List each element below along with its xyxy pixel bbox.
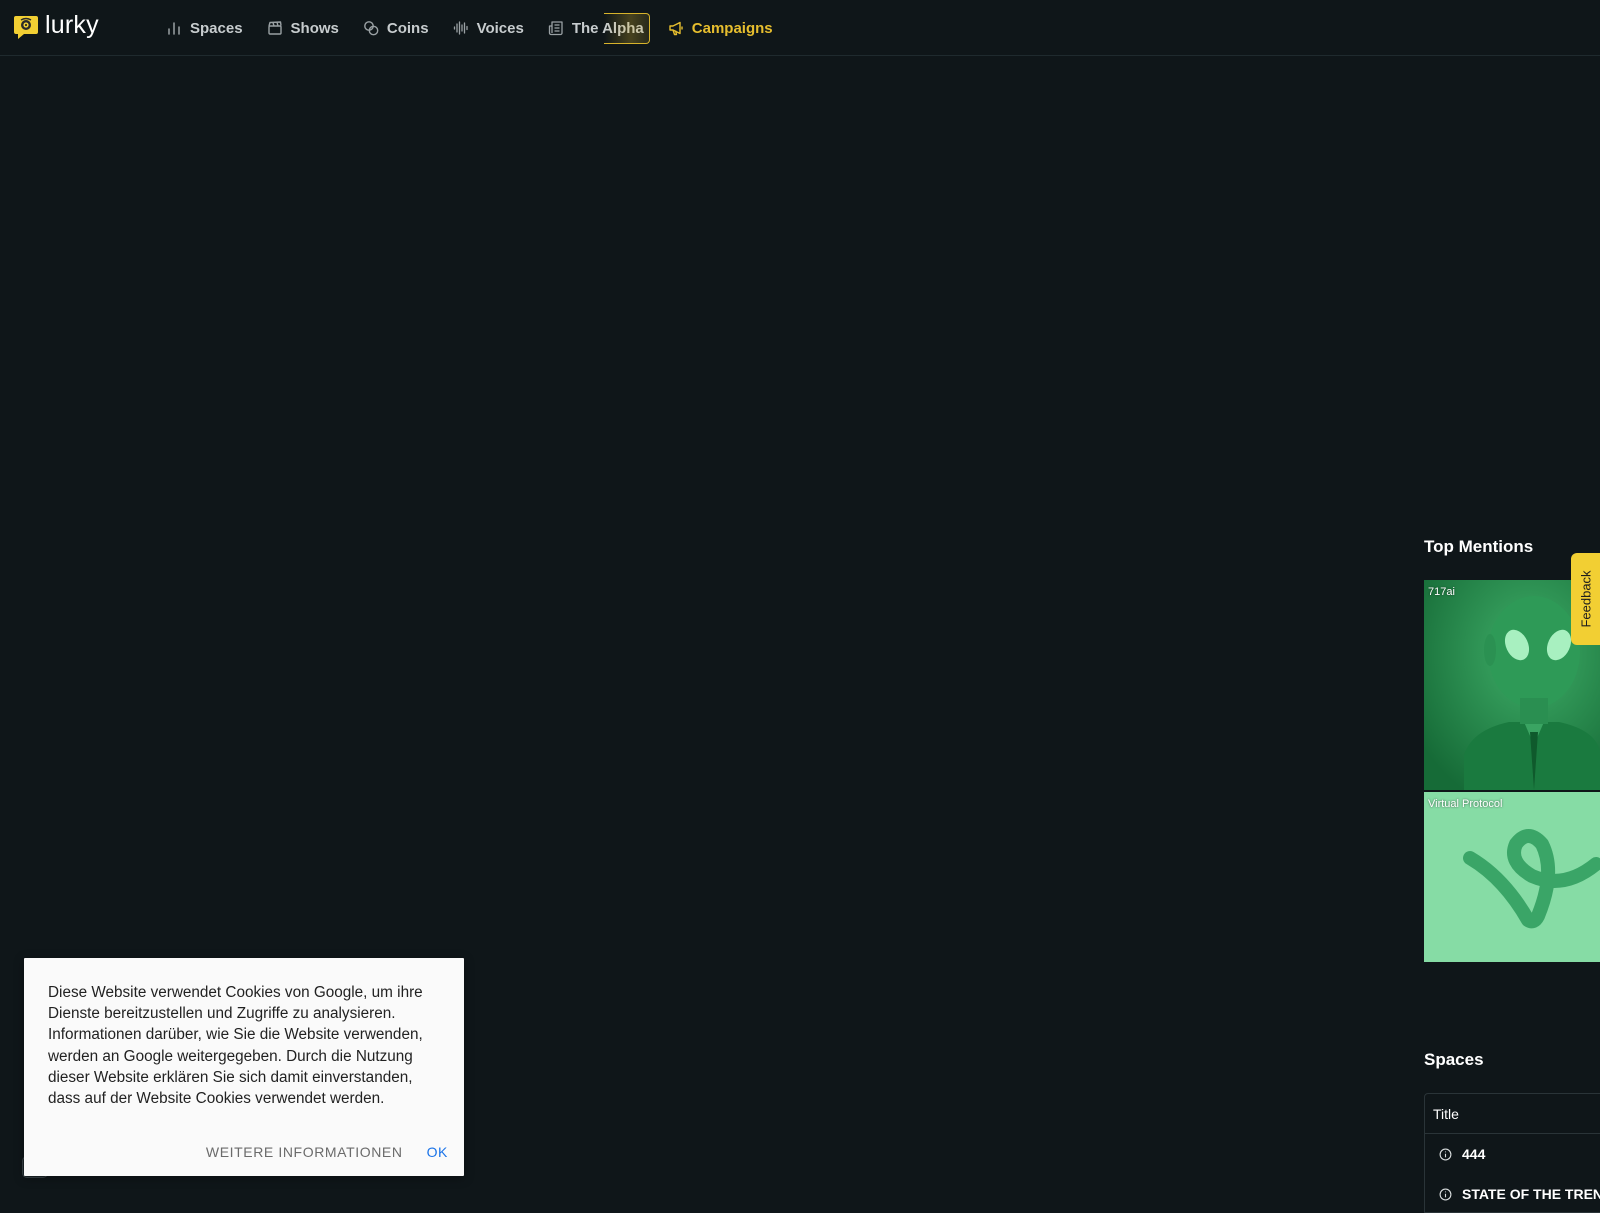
- nav-label: Campaigns: [691, 19, 773, 37]
- info-icon[interactable]: [1439, 1148, 1452, 1161]
- megaphone-icon: [669, 21, 683, 36]
- lurky-logo-icon: [14, 16, 38, 39]
- clapperboard-icon: [267, 21, 282, 35]
- brand-name: lurky: [45, 11, 99, 39]
- mention-label: 717ai: [1428, 586, 1455, 598]
- nav-coins[interactable]: Coins: [363, 12, 441, 44]
- table-row[interactable]: 444: [1425, 1134, 1600, 1174]
- nav-shows[interactable]: Shows: [267, 12, 351, 44]
- space-title: 444: [1462, 1146, 1486, 1162]
- mention-card-virtual-protocol[interactable]: Virtual Protocol: [1424, 792, 1600, 962]
- more-info-button[interactable]: WEITERE INFORMATIONEN: [206, 1144, 403, 1160]
- newspaper-icon: [548, 21, 563, 36]
- info-icon[interactable]: [1439, 1188, 1452, 1201]
- nav-label: Spaces: [190, 19, 243, 37]
- bar-chart-icon: [168, 22, 180, 35]
- nav-label: Voices: [476, 19, 524, 37]
- cookie-actions: WEITERE INFORMATIONEN OK: [206, 1144, 448, 1160]
- coins-icon: [363, 21, 379, 36]
- cookie-message: Diese Website verwendet Cookies von Goog…: [48, 984, 423, 1108]
- top-mentions-title: Top Mentions: [1424, 537, 1534, 556]
- nav-campaigns[interactable]: Campaigns: [668, 12, 785, 44]
- nav-voices[interactable]: Voices: [453, 12, 536, 44]
- top-navigation-bar: lurky Spaces Shows Coins Voices The Alph…: [0, 0, 1600, 56]
- nav-label: Shows: [290, 19, 339, 37]
- column-header-title[interactable]: Title: [1425, 1094, 1600, 1134]
- lurky-logo[interactable]: lurky: [13, 12, 99, 42]
- feedback-tab[interactable]: Feedback: [1571, 553, 1600, 645]
- virtual-protocol-logo-image: [1424, 792, 1600, 962]
- audio-wave-icon: [453, 21, 468, 35]
- cookie-consent-banner: Diese Website verwendet Cookies von Goog…: [24, 958, 464, 1176]
- ok-button[interactable]: OK: [427, 1144, 448, 1160]
- spaces-table: Title 444 STATE OF THE TRENC: [1424, 1093, 1600, 1213]
- nav-label: The Alpha: [571, 19, 644, 37]
- nav-the-alpha[interactable]: The Alpha: [548, 12, 656, 44]
- spaces-title: Spaces: [1424, 1050, 1484, 1069]
- mention-label: Virtual Protocol: [1428, 798, 1503, 810]
- nav-spaces[interactable]: Spaces: [166, 12, 255, 44]
- nav-label: Coins: [386, 19, 429, 37]
- main-nav: Spaces Shows Coins Voices The Alpha Camp…: [166, 12, 797, 44]
- table-row[interactable]: STATE OF THE TRENC: [1425, 1174, 1600, 1212]
- feedback-label: Feedback: [1578, 570, 1594, 628]
